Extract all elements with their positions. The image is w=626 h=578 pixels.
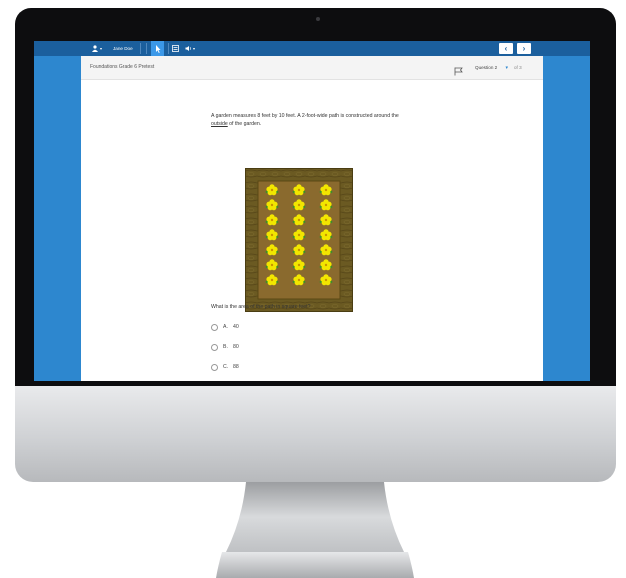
monitor-stand [216, 482, 414, 578]
